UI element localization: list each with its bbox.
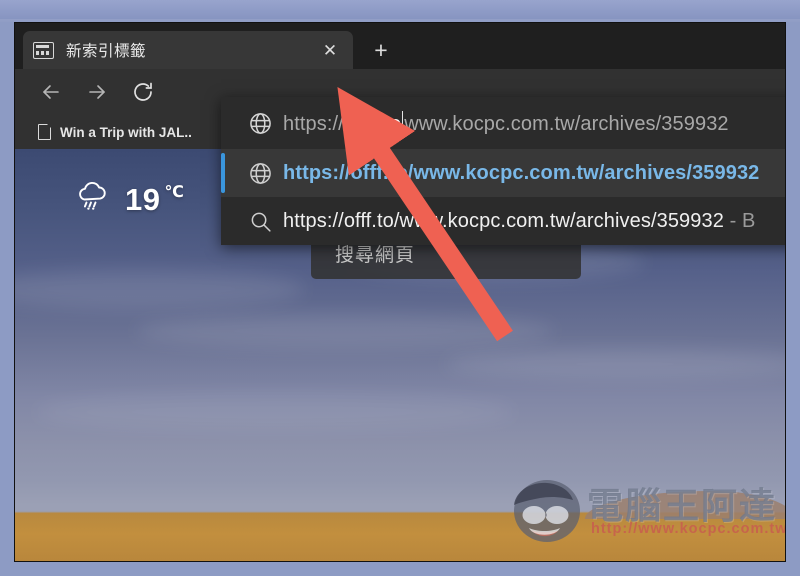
arrow-right-icon[interactable] xyxy=(77,72,117,112)
close-icon[interactable]: ✕ xyxy=(317,37,343,63)
page-icon xyxy=(38,123,52,140)
desktop-background xyxy=(0,0,800,22)
watermark-url: http://www.kocpc.com.tw xyxy=(591,521,786,537)
selection-indicator xyxy=(221,153,225,193)
url-prefix: https:// xyxy=(283,112,344,135)
tab-strip: 新索引標籤 ✕ + xyxy=(15,23,785,69)
globe-icon xyxy=(237,161,283,186)
suggestion-search-text: https://offf.to/www.kocpc.com.tw/archive… xyxy=(283,209,756,232)
reload-icon[interactable] xyxy=(123,72,163,112)
arrow-left-icon[interactable] xyxy=(31,72,71,112)
tab-title: 新索引標籤 xyxy=(66,43,147,60)
suggestion-row-url[interactable]: https://offf.to/www.kocpc.com.tw/archive… xyxy=(221,149,785,197)
globe-icon xyxy=(237,111,283,136)
bookmark-item[interactable]: Win a Trip with JAL.. xyxy=(31,119,199,145)
rain-cloud-icon xyxy=(73,181,113,218)
address-bar-text: https://offf.to www.kocpc.com.tw/archives… xyxy=(283,110,729,136)
suggestion-url-text: https://offf.to/www.kocpc.com.tw/archive… xyxy=(283,161,760,184)
url-suffix: www.kocpc.com.tw/archives/359932 xyxy=(404,112,729,135)
suggestion-search-suffix: - B xyxy=(723,209,756,232)
omnibox-dropdown: https://offf.to www.kocpc.com.tw/archives… xyxy=(221,97,785,245)
watermark: 電腦王阿達 http://www.kocpc.com.tw xyxy=(507,471,786,553)
new-tab-page-icon xyxy=(33,41,54,59)
weather-widget[interactable]: 19 ℃ xyxy=(73,181,184,218)
screen: 新索引標籤 ✕ + Win a Trip with JAL.. 19 ℃ 搜尋網… xyxy=(0,0,800,576)
weather-unit: ℃ xyxy=(164,183,184,201)
plus-icon[interactable]: + xyxy=(365,35,397,65)
bookmark-label: Win a Trip with JAL.. xyxy=(60,124,192,140)
url-highlight: offf.to xyxy=(343,112,402,135)
weather-temperature: 19 xyxy=(125,181,161,217)
browser-window: 新索引標籤 ✕ + Win a Trip with JAL.. 19 ℃ 搜尋網… xyxy=(14,22,786,562)
suggestion-row-search[interactable]: https://offf.to/www.kocpc.com.tw/archive… xyxy=(221,197,785,245)
mascot-avatar xyxy=(514,480,580,542)
search-icon xyxy=(237,209,283,234)
tab-new-tab-page[interactable]: 新索引標籤 ✕ xyxy=(23,31,353,69)
address-bar-input[interactable]: https://offf.to www.kocpc.com.tw/archives… xyxy=(221,97,785,149)
